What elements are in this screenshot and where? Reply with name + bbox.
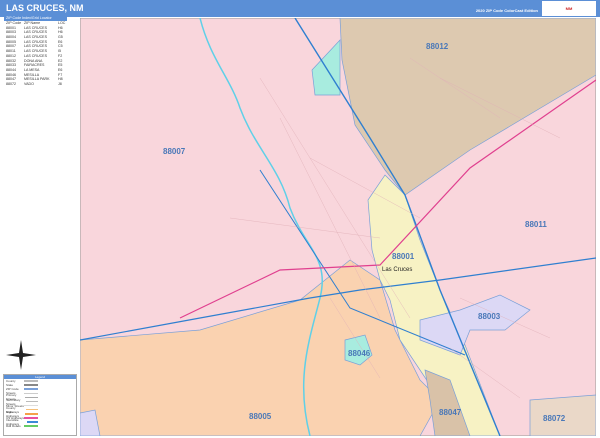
zip-label-88047: 88047	[439, 408, 462, 417]
legend-swatch	[24, 384, 38, 386]
zip-label-88072: 88072	[543, 414, 566, 423]
compass-rose-icon	[6, 340, 36, 370]
legend-item: Rail Roads	[4, 424, 76, 428]
publisher-logo: MM	[542, 1, 596, 16]
zip-label-88005: 88005	[249, 412, 272, 421]
legend-swatch	[24, 380, 38, 382]
zip-label-88011: 88011	[525, 220, 547, 229]
zip-label-88007: 88007	[163, 147, 186, 156]
legend-swatch	[24, 392, 38, 395]
zip-label-88012: 88012	[426, 42, 449, 51]
zip-label-88003: 88003	[478, 312, 501, 321]
zip-map[interactable]: 88012 88007 88011 88001 Las Cruces 88003…	[80, 18, 596, 436]
legend-swatch	[26, 408, 38, 411]
edition-label: 2020 ZIP Code ColorCast Edition	[475, 8, 538, 13]
map-legend: Legend County State ZIP Code Streets Primary…	[3, 374, 77, 436]
legend-swatch	[25, 413, 38, 415]
zip-label-88001: 88001	[392, 252, 415, 261]
legend-swatch	[24, 404, 38, 407]
header-bar: LAS CRUCES, NM 2020 ZIP Code ColorCast E…	[0, 0, 600, 17]
map-title: LAS CRUCES, NM	[6, 3, 84, 13]
zip-index: ZIP Code Index/Grid Locator ZIP Code ZIP …	[4, 16, 67, 87]
legend-swatch	[26, 400, 38, 403]
legend-swatch	[24, 388, 38, 390]
zip-index-row: 88072 VADO J8	[6, 81, 62, 86]
zip-label-88046: 88046	[348, 349, 371, 358]
legend-swatch	[25, 396, 38, 399]
legend-swatch	[26, 421, 38, 423]
city-label: Las Cruces	[382, 267, 412, 273]
legend-swatch	[24, 425, 38, 427]
